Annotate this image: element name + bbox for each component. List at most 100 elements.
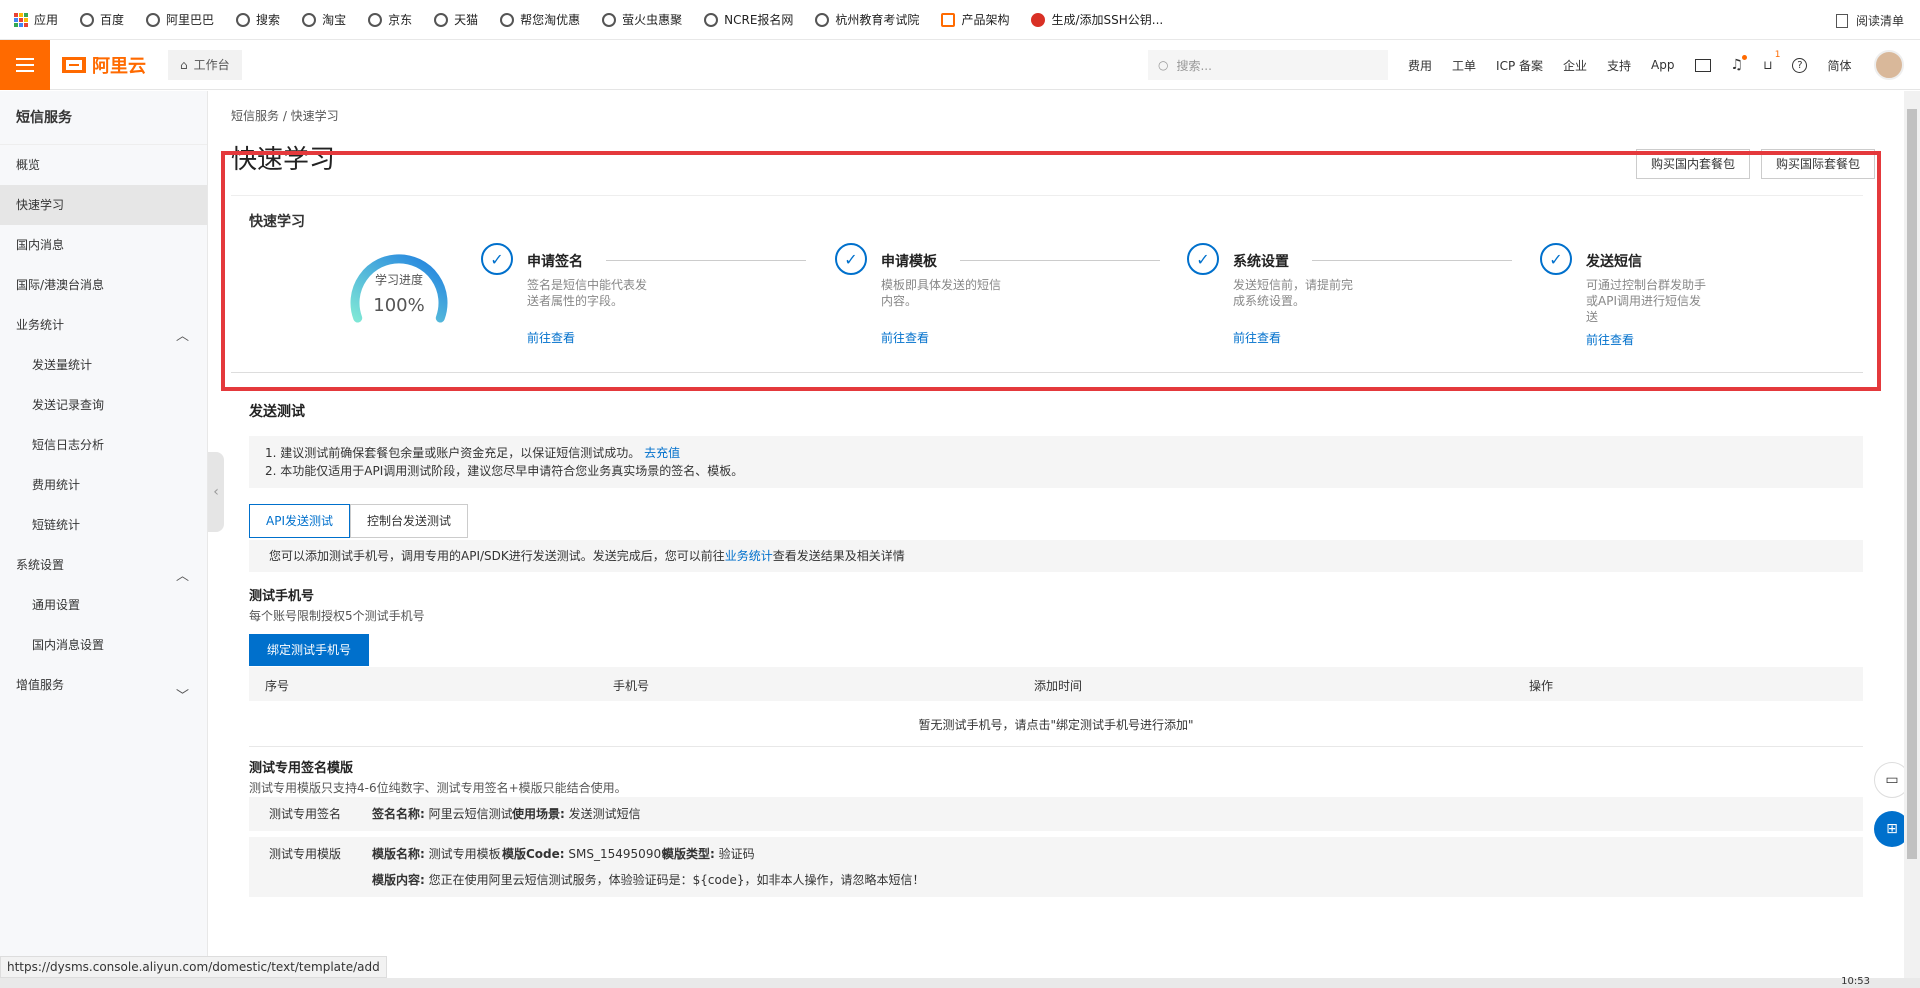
menu-icon[interactable] [0, 39, 50, 90]
bookmark-search[interactable]: 搜索 [236, 11, 280, 28]
sidebar-item-send-volume[interactable]: 发送量统计 [0, 345, 207, 385]
globe-icon [236, 12, 251, 27]
search-input[interactable]: ○ 搜索... [1148, 50, 1388, 80]
row-label: 测试专用模版 [269, 847, 342, 861]
sidebar-item-international[interactable]: 国际/港澳台消息 [0, 265, 207, 305]
field-value: 测试专用模板 [428, 847, 501, 861]
language-switch[interactable]: 简体 [1827, 57, 1851, 74]
globe-icon [602, 12, 617, 27]
bookmark-label: 天猫 [454, 13, 479, 27]
main-content: 短信服务 / 快速学习 快速学习 购买国内套餐包 购买国际套餐包 快速学习 学习… [209, 91, 1905, 988]
bookmark-alibaba[interactable]: 阿里巴巴 [146, 11, 214, 28]
g-logo-icon [1031, 12, 1046, 27]
sidebar-item-system-settings[interactable]: 系统设置 ︿ [0, 545, 207, 585]
bookmark-arch[interactable]: 产品架构 [941, 11, 1009, 28]
tab-api-send-test[interactable]: API发送测试 [249, 504, 350, 538]
sidebar-item-send-records[interactable]: 发送记录查询 [0, 385, 207, 425]
apps-grid-icon [14, 12, 28, 27]
cart-badge: 1 [1774, 50, 1781, 60]
sidebar-title: 短信服务 [0, 91, 207, 145]
sidebar-item-overview[interactable]: 概览 [0, 145, 207, 185]
bookmark-label: 百度 [100, 13, 125, 27]
header-nav: 费用 工单 ICP 备案 企业 支持 App ♫ ⊔ 1 ? 简体 [1408, 40, 1871, 90]
search-icon: ○ [1158, 58, 1169, 72]
nav-support[interactable]: 支持 [1607, 57, 1631, 74]
nav-fees[interactable]: 费用 [1408, 57, 1432, 74]
help-icon[interactable]: ? [1792, 57, 1808, 73]
test-template-row: 测试专用模版 模版名称: 测试专用模板 模版Code: SMS_15495090… [249, 837, 1863, 897]
templates-title: 测试专用签名模版 [249, 761, 354, 776]
bell-icon[interactable]: ♫ [1731, 55, 1748, 73]
column-header: 操作 [1529, 679, 1554, 693]
avatar[interactable] [1874, 50, 1904, 80]
globe-icon [368, 12, 383, 27]
sidebar-item-domestic-settings[interactable]: 国内消息设置 [0, 625, 207, 665]
column-header: 序号 [265, 679, 290, 693]
bind-test-phone-button[interactable]: 绑定测试手机号 [249, 634, 370, 666]
field-key: 使用场景: [512, 807, 565, 821]
scrollbar[interactable] [1904, 91, 1920, 988]
bookmark-apps[interactable]: 应用 [14, 11, 58, 28]
bookmark-ssh[interactable]: 生成/添加SSH公钥... [1031, 11, 1163, 28]
row-label: 测试专用签名 [269, 807, 342, 821]
cart-icon[interactable]: ⊔ 1 [1763, 50, 1780, 72]
nav-tickets[interactable]: 工单 [1452, 57, 1476, 74]
bookmark-label: 帮您淘优惠 [520, 13, 581, 27]
reading-list-label: 阅读清单 [1855, 14, 1904, 28]
bookmark-label: 阿里巴巴 [166, 13, 215, 27]
search-placeholder: 搜索... [1176, 58, 1212, 73]
test-phones-title: 测试手机号 [249, 589, 315, 604]
sidebar-item-label: 系统设置 [16, 558, 65, 572]
test-phones-table-header: 序号 手机号 添加时间 操作 [249, 667, 1863, 701]
sidebar-item-fee-stats[interactable]: 费用统计 [0, 465, 207, 505]
nav-icp[interactable]: ICP 备案 [1496, 57, 1543, 74]
bookmark-baidu[interactable]: 百度 [80, 11, 124, 28]
notice-line-1: 1. 建议测试前确保套餐包余量或账户资金充足，以保证短信测试成功。 [265, 446, 641, 460]
field-key: 模版内容: [372, 873, 425, 887]
terminal-icon[interactable] [1694, 58, 1711, 72]
field-value: 阿里云短信测试 [428, 807, 513, 821]
bookmark-taobao[interactable]: 淘宝 [302, 11, 346, 28]
sidebar-item-label: 增值服务 [16, 678, 65, 692]
bookmark-jd[interactable]: 京东 [368, 11, 412, 28]
bookmark-hzedu[interactable]: 杭州教育考试院 [815, 11, 919, 28]
sidebar-item-shortlink-stats[interactable]: 短链统计 [0, 505, 207, 545]
field-key: 模版名称: [372, 847, 425, 861]
tip-text: 查看发送结果及相关详情 [772, 549, 905, 563]
bookmark-ncre[interactable]: NCRE报名网 [704, 11, 793, 28]
logo-text: 阿里云 [92, 55, 146, 77]
business-stats-link[interactable]: 业务统计 [725, 549, 773, 563]
globe-icon [434, 12, 449, 27]
sidebar-item-general-settings[interactable]: 通用设置 [0, 585, 207, 625]
nav-enterprise[interactable]: 企业 [1563, 57, 1587, 74]
aliyun-icon [941, 12, 956, 27]
tab-console-send-test[interactable]: 控制台发送测试 [350, 504, 469, 538]
recharge-link[interactable]: 去充值 [644, 446, 680, 460]
nav-app[interactable]: App [1651, 58, 1674, 72]
send-test-title: 发送测试 [249, 404, 305, 420]
templates-desc: 测试专用模版只支持4-6位纯数字、测试专用签名+模版只能结合使用。 [249, 781, 627, 795]
bookmark-label: 应用 [34, 13, 59, 27]
sidebar-item-value-added[interactable]: 增值服务 ﹀ [0, 665, 207, 705]
sidebar-item-business-stats[interactable]: 业务统计 ︿ [0, 305, 207, 345]
aliyun-logo[interactable]: 阿里云 [62, 52, 146, 78]
aliyun-logo-icon [62, 56, 86, 73]
sidebar-item-log-analysis[interactable]: 短信日志分析 [0, 425, 207, 465]
bookmark-tmall[interactable]: 天猫 [434, 11, 478, 28]
globe-icon [500, 12, 515, 27]
globe-icon [146, 12, 161, 27]
bookmarks-bar: 应用 百度 阿里巴巴 搜索 淘宝 京东 天猫 帮您淘优惠 萤火虫惠聚 NCRE报… [0, 0, 1920, 40]
sidebar-item-quick-learn[interactable]: 快速学习 [0, 185, 207, 225]
bookmark-label: 搜索 [256, 13, 281, 27]
reading-list[interactable]: 阅读清单 [1835, 12, 1904, 29]
field-value: SMS_154950909 [568, 847, 669, 861]
field-value: 发送测试短信 [568, 807, 641, 821]
globe-icon [302, 12, 317, 27]
bookmark-label: 萤火虫惠聚 [622, 13, 683, 27]
highlight-box [221, 151, 1881, 391]
bookmark-firefly[interactable]: 萤火虫惠聚 [602, 11, 682, 28]
sidebar-item-domestic[interactable]: 国内消息 [0, 225, 207, 265]
bookmark-deals[interactable]: 帮您淘优惠 [500, 11, 580, 28]
scrollbar-thumb[interactable] [1907, 109, 1917, 859]
workbench-button[interactable]: ⌂ 工作台 [168, 49, 242, 80]
